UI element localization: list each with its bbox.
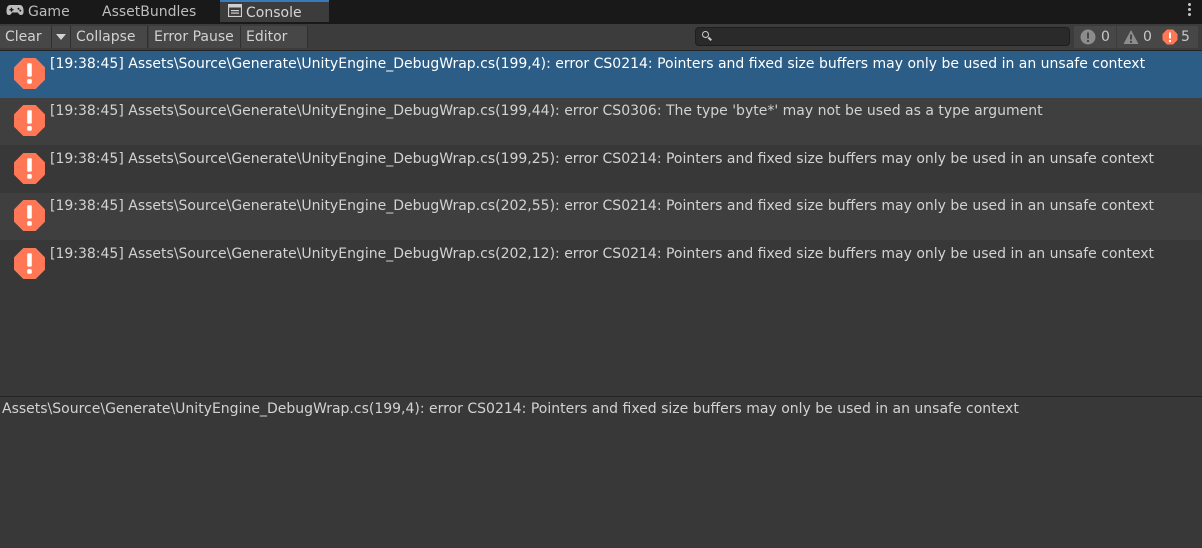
error-count-toggle[interactable]: 5 <box>1158 26 1198 48</box>
tab-console[interactable]: Console <box>220 0 329 22</box>
log-entry[interactable]: [19:38:45] Assets\Source\Generate\UnityE… <box>0 193 1202 240</box>
info-icon <box>1080 29 1096 52</box>
chevron-down-icon <box>56 34 66 40</box>
warning-icon <box>1123 29 1139 52</box>
error-icon <box>14 105 45 136</box>
error-icon <box>14 248 45 279</box>
log-details-text: Assets\Source\Generate\UnityEngine_Debug… <box>2 401 1019 417</box>
tab-label: Game <box>28 4 70 20</box>
error-icon <box>1162 29 1178 52</box>
tab-assetbundles[interactable]: AssetBundles <box>102 0 196 24</box>
tab-strip: Game AssetBundles Console <box>0 0 1202 24</box>
tab-label: AssetBundles <box>102 4 197 20</box>
log-message: [19:38:45] Assets\Source\Generate\UnityE… <box>50 198 1154 214</box>
log-details-pane: Assets\Source\Generate\UnityEngine_Debug… <box>0 397 1202 548</box>
clear-options-dropdown[interactable] <box>52 26 71 48</box>
gamepad-icon <box>6 0 24 24</box>
error-icon <box>14 200 45 231</box>
console-icon <box>227 2 243 24</box>
log-message: [19:38:45] Assets\Source\Generate\UnityE… <box>50 56 1146 72</box>
error-icon <box>14 58 45 89</box>
warning-count-toggle[interactable]: 0 <box>1117 26 1158 48</box>
log-message: [19:38:45] Assets\Source\Generate\UnityE… <box>50 103 1043 119</box>
editor-label: Editor <box>246 29 288 45</box>
search-input[interactable] <box>695 27 1070 46</box>
collapse-toggle[interactable]: Collapse <box>71 26 148 48</box>
log-list: [19:38:45] Assets\Source\Generate\UnityE… <box>0 51 1202 396</box>
log-message: [19:38:45] Assets\Source\Generate\UnityE… <box>50 246 1154 262</box>
collapse-label: Collapse <box>76 29 136 45</box>
error-pause-label: Error Pause <box>154 29 234 45</box>
search-icon <box>702 31 709 38</box>
log-entry[interactable]: [19:38:45] Assets\Source\Generate\UnityE… <box>0 241 1202 288</box>
editor-dropdown[interactable]: Editor <box>241 26 308 62</box>
info-count-toggle[interactable]: 0 <box>1074 26 1116 48</box>
log-message: [19:38:45] Assets\Source\Generate\UnityE… <box>50 151 1154 167</box>
log-entry[interactable]: [19:38:45] Assets\Source\Generate\UnityE… <box>0 51 1202 98</box>
error-count: 5 <box>1181 29 1190 45</box>
tab-label: Console <box>246 5 302 21</box>
info-count: 0 <box>1101 29 1110 45</box>
error-icon <box>14 153 45 184</box>
clear-label: Clear <box>5 29 42 45</box>
console-toolbar: Clear Collapse Error Pause Editor 0 0 5 <box>0 24 1202 62</box>
error-pause-toggle[interactable]: Error Pause <box>149 26 241 48</box>
clear-button[interactable]: Clear <box>0 26 52 48</box>
warning-count: 0 <box>1143 29 1152 45</box>
log-entry[interactable]: [19:38:45] Assets\Source\Generate\UnityE… <box>0 98 1202 145</box>
more-options-icon[interactable] <box>1188 3 1192 19</box>
tab-game[interactable]: Game <box>6 0 70 24</box>
log-entry[interactable]: [19:38:45] Assets\Source\Generate\UnityE… <box>0 146 1202 193</box>
